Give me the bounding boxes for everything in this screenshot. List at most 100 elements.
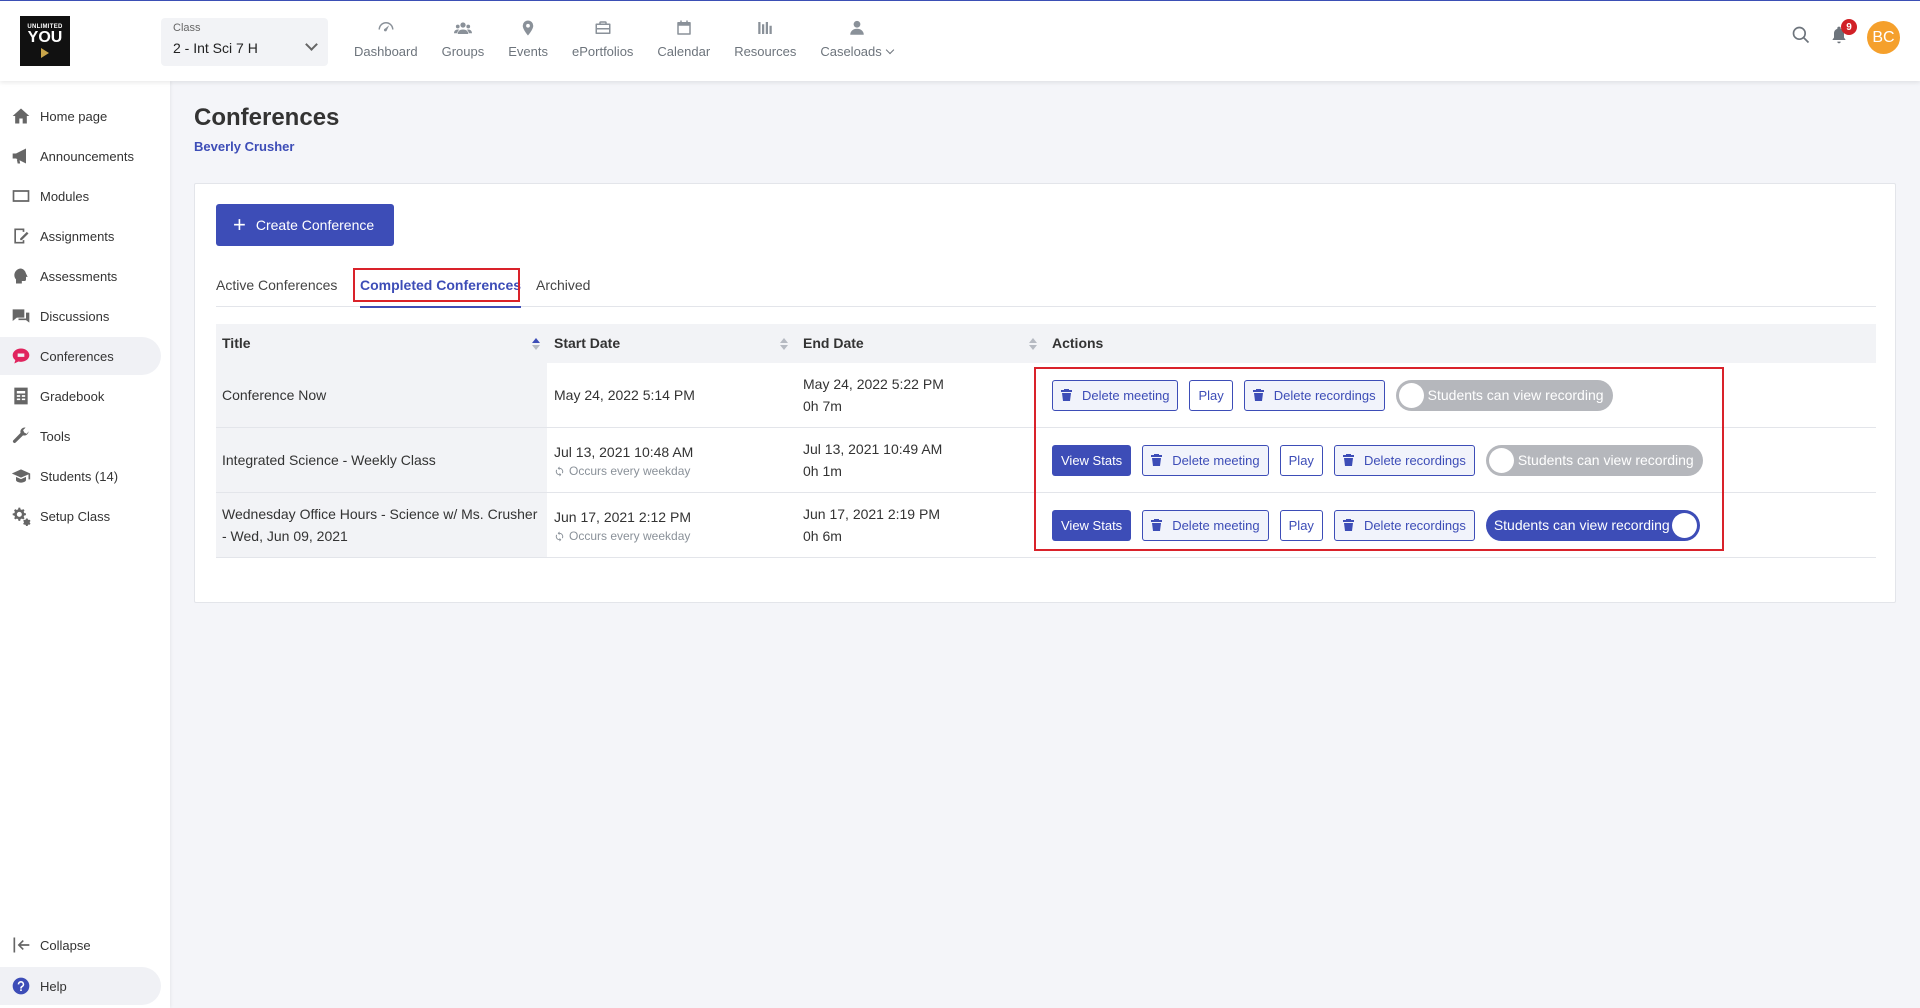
- delete-meeting-label: Delete meeting: [1082, 387, 1170, 403]
- sidebar: Home page Announcements Modules Assignme…: [0, 81, 170, 1008]
- play-button[interactable]: Play: [1279, 509, 1323, 541]
- conference-icon: [12, 348, 30, 364]
- tab-archived[interactable]: Archived: [536, 264, 590, 307]
- trash-icon: [1252, 389, 1264, 401]
- class-select-value: 2 - Int Sci 7 H: [173, 40, 258, 56]
- discussion-icon: [12, 309, 30, 323]
- nav-label: ePortfolios: [572, 44, 634, 59]
- notifications-button[interactable]: 9: [1829, 19, 1857, 50]
- play-button[interactable]: Play: [1189, 379, 1233, 411]
- delete-recordings-button[interactable]: Delete recordings: [1333, 444, 1475, 476]
- create-conference-label: Create Conference: [255, 217, 375, 233]
- tab-active-conferences[interactable]: Active Conferences: [216, 264, 337, 307]
- nav-calendar[interactable]: Calendar: [645, 19, 722, 65]
- sidebar-item-modules[interactable]: Modules: [0, 177, 161, 215]
- nav-caseloads[interactable]: Caseloads: [808, 19, 904, 65]
- start-date-cell: May 24, 2022 5:14 PM: [554, 363, 695, 427]
- column-end-date[interactable]: End Date: [803, 324, 864, 363]
- search-button[interactable]: [1791, 25, 1811, 50]
- delete-meeting-button[interactable]: Delete meeting: [1142, 509, 1269, 541]
- sidebar-item-home-page[interactable]: Home page: [0, 97, 161, 135]
- students-can-view-recording-toggle[interactable]: Students can view recording: [1485, 509, 1700, 541]
- conference-title: Wednesday Office Hours - Science w/ Ms. …: [216, 493, 547, 557]
- end-date-cell: May 24, 2022 5:22 PM 0h 7m: [803, 363, 944, 427]
- page-subtitle[interactable]: Beverly Crusher: [194, 139, 294, 154]
- end-date-cell: Jun 17, 2021 2:19 PM 0h 6m: [803, 493, 940, 557]
- resources-icon: [758, 22, 772, 34]
- toggle-label: Students can view recording: [1493, 517, 1670, 533]
- recurrence-note: Occurs every weekday: [554, 463, 693, 479]
- delete-recordings-button[interactable]: Delete recordings: [1243, 379, 1385, 411]
- dashboard-icon: [378, 22, 394, 32]
- avatar[interactable]: BC: [1867, 21, 1900, 54]
- gears-icon: [12, 507, 31, 526]
- delete-meeting-label: Delete meeting: [1172, 517, 1260, 533]
- sidebar-item-setup-class[interactable]: Setup Class: [0, 497, 161, 535]
- sidebar-item-students[interactable]: Students (14): [0, 457, 161, 495]
- nav-eportfolios[interactable]: ePortfolios: [560, 19, 645, 65]
- nav-resources[interactable]: Resources: [722, 19, 808, 65]
- help-label: Help: [40, 978, 67, 994]
- sidebar-item-conferences[interactable]: Conferences: [0, 337, 161, 375]
- play-button[interactable]: Play: [1279, 444, 1323, 476]
- nav-dashboard[interactable]: Dashboard: [342, 19, 430, 65]
- nav-label: Resources: [734, 44, 797, 59]
- duration: 0h 1m: [803, 463, 842, 479]
- conference-title: Conference Now: [216, 363, 547, 427]
- toggle-knob: [1488, 447, 1514, 473]
- nav-label: Calendar: [657, 44, 711, 59]
- toggle-label: Students can view recording: [1427, 387, 1604, 403]
- duration: 0h 6m: [803, 528, 842, 544]
- briefcase-icon: [595, 21, 611, 34]
- sidebar-item-gradebook[interactable]: Gradebook: [0, 377, 161, 415]
- help-button[interactable]: Help: [0, 967, 161, 1005]
- sidebar-item-announcements[interactable]: Announcements: [0, 137, 161, 175]
- collapse-button[interactable]: Collapse: [0, 926, 161, 964]
- nav-label: Caseloads: [820, 44, 882, 59]
- trash-icon: [1151, 454, 1163, 466]
- view-stats-button[interactable]: View Stats: [1052, 509, 1132, 541]
- sidebar-item-label: Gradebook: [40, 388, 105, 404]
- delete-meeting-button[interactable]: Delete meeting: [1142, 444, 1269, 476]
- students-can-view-recording-toggle[interactable]: Students can view recording: [1485, 444, 1703, 476]
- class-select[interactable]: Class 2 - Int Sci 7 H: [161, 18, 328, 66]
- toggle-knob: [1398, 382, 1424, 408]
- sidebar-item-tools[interactable]: Tools: [0, 417, 161, 455]
- recurrence-text: Occurs every weekday: [569, 464, 691, 478]
- start-date: May 24, 2022 5:14 PM: [554, 387, 695, 403]
- sort-icon[interactable]: [1029, 338, 1037, 350]
- sidebar-item-assessments[interactable]: Assessments: [0, 257, 161, 295]
- sidebar-item-discussions[interactable]: Discussions: [0, 297, 161, 335]
- repeat-icon: [555, 530, 564, 542]
- students-can-view-recording-toggle[interactable]: Students can view recording: [1395, 379, 1613, 411]
- sidebar-item-label: Setup Class: [40, 508, 111, 524]
- sort-icon[interactable]: [780, 338, 788, 350]
- nav-groups[interactable]: Groups: [430, 19, 497, 65]
- delete-recordings-button[interactable]: Delete recordings: [1333, 509, 1475, 541]
- row-actions: View Stats Delete meeting Play Delete re…: [1052, 428, 1703, 492]
- end-date: May 24, 2022 5:22 PM: [803, 376, 944, 392]
- groups-icon: [453, 22, 472, 34]
- trash-icon: [1342, 519, 1354, 531]
- sort-icon[interactable]: [532, 338, 540, 350]
- view-stats-button[interactable]: View Stats: [1052, 444, 1132, 476]
- app-logo[interactable]: UNLIMITED YOU: [20, 16, 70, 66]
- chevron-down-icon: [885, 45, 895, 55]
- class-select-label: Class: [173, 22, 201, 34]
- column-title[interactable]: Title: [222, 324, 251, 363]
- sidebar-item-label: Assignments: [40, 228, 115, 244]
- delete-meeting-button[interactable]: Delete meeting: [1052, 379, 1179, 411]
- column-start-date[interactable]: Start Date: [554, 324, 620, 363]
- start-date: Jun 17, 2021 2:12 PM: [554, 509, 691, 525]
- create-conference-button[interactable]: + Create Conference: [216, 204, 394, 246]
- repeat-icon: [555, 465, 564, 477]
- top-bar: UNLIMITED YOU Class 2 - Int Sci 7 H Dash…: [0, 0, 1920, 81]
- nav-events[interactable]: Events: [496, 19, 560, 65]
- top-nav: Dashboard Groups Events ePortfolios Cale…: [342, 19, 905, 65]
- end-date: Jul 13, 2021 10:49 AM: [803, 441, 943, 457]
- duration: 0h 7m: [803, 398, 842, 414]
- trash-icon: [1342, 454, 1354, 466]
- table-row: Conference Now May 24, 2022 5:14 PM May …: [216, 363, 1876, 428]
- sidebar-item-assignments[interactable]: Assignments: [0, 217, 161, 255]
- calendar-icon: [677, 20, 691, 35]
